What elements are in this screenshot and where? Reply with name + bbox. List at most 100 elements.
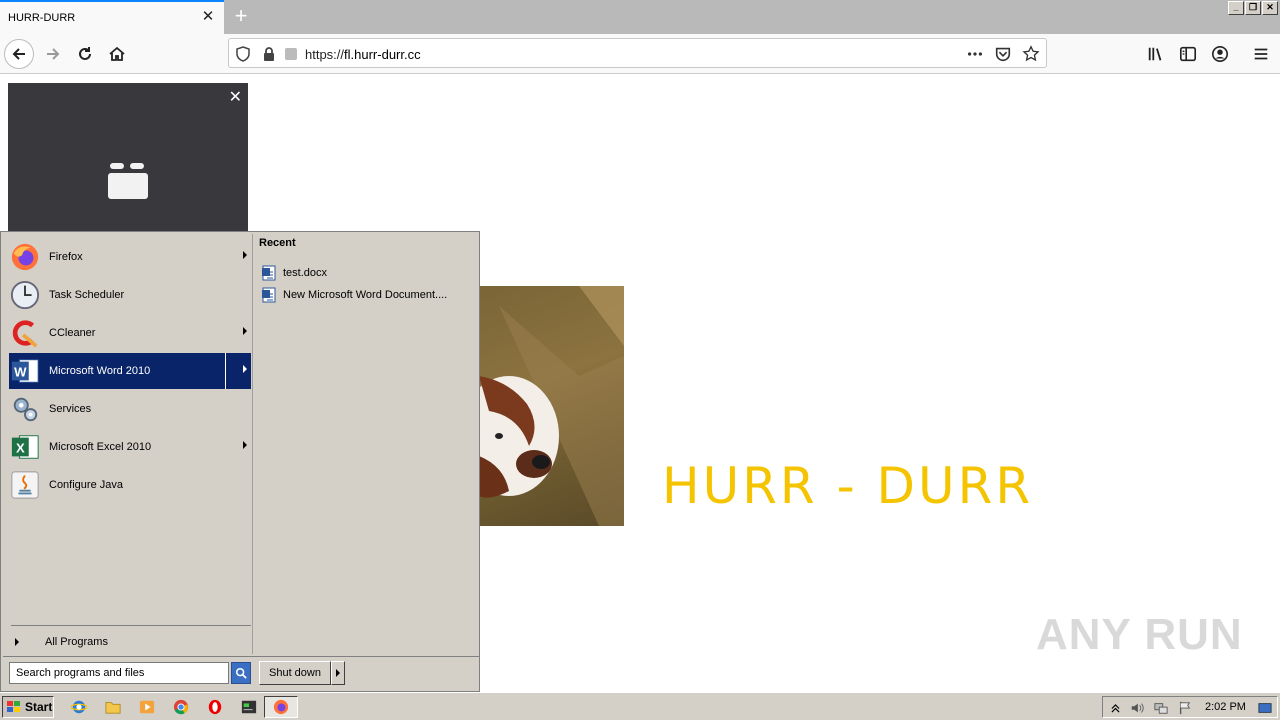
reload-button[interactable] (70, 39, 100, 69)
url-scheme: https:// (305, 47, 345, 62)
program-firefox[interactable]: Firefox (9, 239, 251, 275)
divider (11, 625, 251, 626)
network-icon[interactable] (1153, 700, 1169, 716)
program-label: Configure Java (49, 479, 123, 491)
chrome-icon[interactable] (172, 698, 190, 716)
back-button[interactable] (4, 39, 34, 69)
terminal-icon[interactable] (240, 698, 258, 716)
program-label: Services (49, 403, 92, 415)
star-icon[interactable] (1021, 44, 1041, 64)
excel-icon: X (9, 431, 41, 463)
start-button[interactable]: Start (2, 696, 54, 718)
word-document-icon (262, 265, 276, 281)
close-icon[interactable]: ✕ (229, 87, 242, 107)
navigation-toolbar: https://fl.hurr-durr.cc (0, 34, 1280, 74)
recent-item[interactable]: test.docx (261, 264, 327, 282)
submenu-arrow-icon (243, 327, 247, 335)
program-label: CCleaner (49, 327, 96, 339)
url-bar[interactable]: https://fl.hurr-durr.cc (228, 38, 1047, 68)
windows-flag-icon (7, 701, 20, 712)
arrow-right-icon (47, 48, 60, 60)
program-microsoft-excel[interactable]: X Microsoft Excel 2010 (9, 429, 251, 465)
speaker-icon[interactable] (1129, 700, 1145, 716)
forward-button[interactable] (38, 39, 68, 69)
all-programs-button[interactable]: All Programs (15, 634, 108, 650)
home-button[interactable] (102, 39, 132, 69)
pocket-icon[interactable] (993, 44, 1013, 64)
new-tab-icon[interactable]: + (230, 4, 252, 28)
start-menu-programs: Firefox Task Scheduler CCleaner W Micros… (3, 234, 253, 654)
show-desktop-icon[interactable] (1257, 700, 1273, 716)
window-controls: _ ❐ ✕ (1228, 1, 1278, 15)
submenu-arrow-icon (243, 251, 247, 259)
restore-button[interactable]: ❐ (1245, 1, 1261, 15)
system-tray: 2:02 PM (1102, 696, 1278, 718)
page-info-icon[interactable] (283, 46, 299, 62)
internet-explorer-icon[interactable] (70, 698, 88, 716)
home-icon (109, 46, 125, 61)
firefox-icon (273, 699, 289, 715)
program-label: Microsoft Excel 2010 (49, 441, 152, 453)
tab-title: HURR-DURR (8, 12, 76, 24)
picture-in-picture-panel: ✕ (8, 83, 248, 233)
watermark-logo: ANY RUN (1036, 610, 1243, 659)
search-icon[interactable] (231, 662, 251, 684)
start-label: Start (25, 700, 53, 714)
chevron-up-icon[interactable] (1107, 700, 1123, 716)
search-input[interactable]: Search programs and files (9, 662, 229, 684)
account-icon[interactable] (1209, 43, 1231, 65)
taskbar-firefox-button[interactable] (264, 696, 298, 718)
recent-documents-panel: Recent test.docx New Microsoft Word Docu… (255, 234, 479, 654)
word-icon: W (9, 355, 41, 387)
opera-icon[interactable] (206, 698, 224, 716)
word-document-icon (262, 287, 276, 303)
program-microsoft-word[interactable]: W Microsoft Word 2010 (9, 353, 251, 389)
ellipsis-icon[interactable] (965, 44, 985, 64)
browser-tab[interactable]: HURR-DURR ✕ (0, 0, 224, 34)
shutdown-button[interactable]: Shut down (259, 661, 331, 685)
lock-icon[interactable] (261, 46, 277, 62)
tab-bar: HURR-DURR ✕ + _ ❐ ✕ (0, 0, 1280, 34)
submenu-toggle[interactable] (225, 353, 251, 389)
triangle-right-icon (15, 638, 19, 646)
media-player-icon[interactable] (138, 698, 156, 716)
library-icon[interactable] (1145, 43, 1167, 65)
url-host: fl.hurr-durr.cc (344, 47, 421, 62)
submenu-arrow-icon (243, 365, 247, 373)
tab-close-icon[interactable]: ✕ (200, 9, 216, 25)
start-menu: Firefox Task Scheduler CCleaner W Micros… (0, 231, 480, 692)
java-icon (9, 469, 41, 501)
gears-icon (9, 393, 41, 425)
arrow-left-icon (12, 48, 25, 60)
shutdown-options-button[interactable] (331, 661, 345, 685)
program-ccleaner[interactable]: CCleaner (9, 315, 251, 351)
dog-photo (479, 286, 624, 526)
hamburger-icon[interactable] (1250, 43, 1272, 65)
program-services[interactable]: Services (9, 391, 251, 427)
taskbar: Start 2:02 PM (0, 692, 1280, 720)
shield-icon[interactable] (235, 46, 251, 62)
program-label: Firefox (49, 251, 83, 263)
recent-heading: Recent (259, 237, 296, 249)
svg-text:X: X (16, 441, 25, 456)
minimize-button[interactable]: _ (1228, 1, 1244, 15)
close-window-button[interactable]: ✕ (1262, 1, 1278, 15)
firefox-icon (9, 241, 41, 273)
program-label: Task Scheduler (49, 289, 125, 301)
sidebar-icon[interactable] (1177, 43, 1199, 65)
program-task-scheduler[interactable]: Task Scheduler (9, 277, 251, 313)
program-label: Microsoft Word 2010 (49, 365, 151, 377)
start-menu-footer: Search programs and files Shut down (3, 656, 479, 690)
url-text[interactable]: https://fl.hurr-durr.cc (305, 47, 421, 62)
recent-item[interactable]: New Microsoft Word Document.... (261, 286, 447, 304)
program-configure-java[interactable]: Configure Java (9, 467, 251, 503)
flag-icon[interactable] (1177, 700, 1193, 716)
folder-icon[interactable] (104, 698, 122, 716)
clock[interactable]: 2:02 PM (1205, 701, 1246, 713)
submenu-arrow-icon (243, 441, 247, 449)
video-placeholder-icon (108, 163, 148, 199)
ccleaner-icon (9, 317, 41, 349)
recent-item-label: New Microsoft Word Document.... (283, 289, 448, 301)
svg-text:W: W (14, 365, 27, 380)
clock-icon (9, 279, 41, 311)
